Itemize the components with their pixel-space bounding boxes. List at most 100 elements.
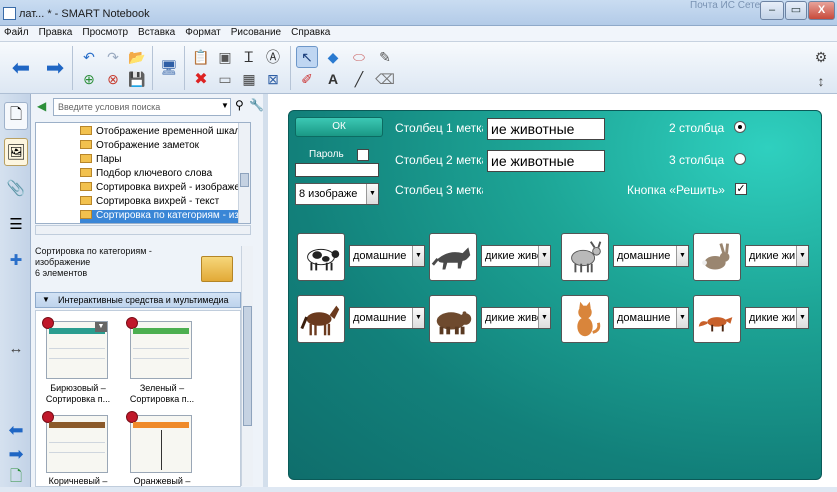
category-select[interactable]: домашние ▼ [613,245,689,267]
maximize-button[interactable]: ▭ [785,1,807,20]
undo-icon[interactable]: ↶ [78,46,100,68]
category-select[interactable]: домашние ▼ [613,307,689,329]
two-columns-radio[interactable] [734,121,746,133]
tree-item[interactable]: Пары [80,154,250,168]
password-checkbox[interactable] [357,149,369,161]
menu-edit[interactable]: Правка [35,26,79,38]
menu-help[interactable]: Справка [287,26,336,38]
redo-icon[interactable]: ↷ [102,46,124,68]
image-icon[interactable]: ▣ [214,46,236,68]
tree-item[interactable]: Отображение временной шкалы [80,126,250,140]
column2-input[interactable]: ие животные [487,150,605,172]
page-sorter-tab[interactable]: 🗋 [4,102,28,130]
thumb-line [133,358,189,359]
attachments-tab[interactable]: 📎 [4,174,28,202]
pens-icon[interactable]: ✐ [296,68,318,90]
text-tool-icon[interactable]: Ꮖ [238,46,260,68]
gallery-scrollbar[interactable] [241,246,253,486]
password-input[interactable] [295,163,379,177]
animal-image-bear[interactable] [429,295,477,343]
animal-image-cow[interactable] [297,233,345,281]
tree-item[interactable]: Сортировка вихрей - изображение [80,182,250,196]
tree-scrollbar[interactable] [238,123,250,223]
gallery-tab[interactable]: 🖼 [4,138,28,166]
magic-pen-icon[interactable]: ✎ [374,46,396,68]
eraser-icon[interactable]: ⬭ [348,46,370,68]
search-input[interactable]: Введите условия поиска [53,98,231,116]
tree-item-label: Подбор ключевого слова [96,168,213,179]
back-arrow-icon[interactable]: ◀ [37,99,46,113]
properties-tab[interactable]: ☰ [4,210,28,238]
gear-icon[interactable]: ⚙ [810,46,832,68]
search-icon[interactable]: ⚲ [235,98,244,112]
dropdown-icon[interactable]: ▼ [95,322,107,332]
tree-item[interactable]: Сортировка вихрей - текст [80,196,250,210]
category-select[interactable]: дикие живо ▼ [745,245,809,267]
ok-button[interactable]: ОК [295,117,383,137]
tree-item[interactable]: Отображение заметок [80,140,250,154]
text-color-icon[interactable]: A [322,68,344,90]
chevron-down-icon[interactable]: ▼ [221,101,229,110]
page-icon: 🗋 [9,105,23,123]
delete-page-icon[interactable]: ⊗ [102,68,124,90]
tree-item[interactable]: Подбор ключевого слова [80,168,250,182]
full-screen-icon[interactable]: ⊠ [262,68,284,90]
wrench-icon[interactable]: 🔧 [249,98,264,112]
back-icon[interactable]: ⬅ [10,55,32,80]
category-select[interactable]: домашние ▼ [349,307,425,329]
new-page-button[interactable]: 🗋 [4,464,28,492]
move-toolbar-icon[interactable]: ↕ [810,70,832,92]
screen-capture-icon[interactable]: 🖥 [158,56,180,78]
column1-input[interactable]: ие животные [487,118,605,140]
tree-item-label: Сортировка вихрей - текст [96,196,220,207]
menu-draw[interactable]: Рисование [227,26,287,38]
shape-eraser-icon[interactable]: ⌫ [374,68,396,90]
animal-image-horse[interactable] [297,295,345,343]
scroll-thumb[interactable] [243,306,252,426]
save-icon[interactable]: 💾 [126,68,148,90]
three-columns-radio[interactable] [734,153,746,165]
category-select[interactable]: домашние ▼ [349,245,425,267]
animal-image-cat[interactable] [561,295,609,343]
paste-icon[interactable]: 📋 [190,46,212,68]
window-title: лат... * - SMART Notebook [19,8,150,20]
menu-insert[interactable]: Вставка [134,26,181,38]
category-select[interactable]: дикие живо ▼ [481,245,551,267]
fill-icon[interactable]: ◆ [322,46,344,68]
thumbnail-brown[interactable] [42,411,108,473]
thumbnail-orange[interactable] [126,411,192,473]
thumbnail-label: Бирюзовый – Сортировка п... [45,383,111,404]
screen-shade-icon[interactable]: ▭ [214,68,236,90]
select-pointer-icon[interactable]: ↖ [296,46,318,68]
animal-image-wolf[interactable] [429,233,477,281]
thumbnail-green[interactable] [126,317,192,379]
category-header[interactable]: ▼ Интерактивные средства и мультимедиа [35,292,241,308]
line-icon[interactable]: ╱ [348,68,370,90]
menu-format[interactable]: Формат [181,26,227,38]
recognize-icon[interactable]: Ⓐ [262,46,284,68]
minimize-button[interactable]: – [760,1,784,20]
category-select[interactable]: дикие живо ▼ [745,307,809,329]
chevron-down-icon: ▼ [366,184,378,204]
tree-hscrollbar[interactable] [35,225,251,235]
animal-image-rabbit[interactable] [693,233,741,281]
open-folder-icon[interactable]: 📂 [126,46,148,68]
forward-icon[interactable]: ➡ [44,55,66,80]
menu-view[interactable]: Просмотр [78,26,134,38]
menu-file[interactable]: Файл [0,26,35,38]
thumbnail-turquoise[interactable]: ▼ [42,317,108,379]
solve-button-checkbox[interactable]: ✓ [735,183,747,195]
animal-image-goat[interactable] [561,233,609,281]
addons-tab[interactable]: ✚ [4,246,28,274]
folder-icon [80,154,92,163]
category-select[interactable]: дикие живо ▼ [481,307,551,329]
image-count-select[interactable]: 8 изображе ▼ [295,183,379,205]
resize-panel-handle[interactable]: ↔ [4,334,28,362]
table-icon[interactable]: ▦ [238,68,260,90]
animal-image-fox[interactable] [693,295,741,343]
scroll-thumb[interactable] [240,173,249,187]
close-button[interactable]: X [808,1,835,20]
tree-item-selected[interactable]: Сортировка по категориям - изображение [80,210,250,223]
delete-icon[interactable]: ✖ [190,68,212,90]
add-page-icon[interactable]: ⊕ [78,68,100,90]
